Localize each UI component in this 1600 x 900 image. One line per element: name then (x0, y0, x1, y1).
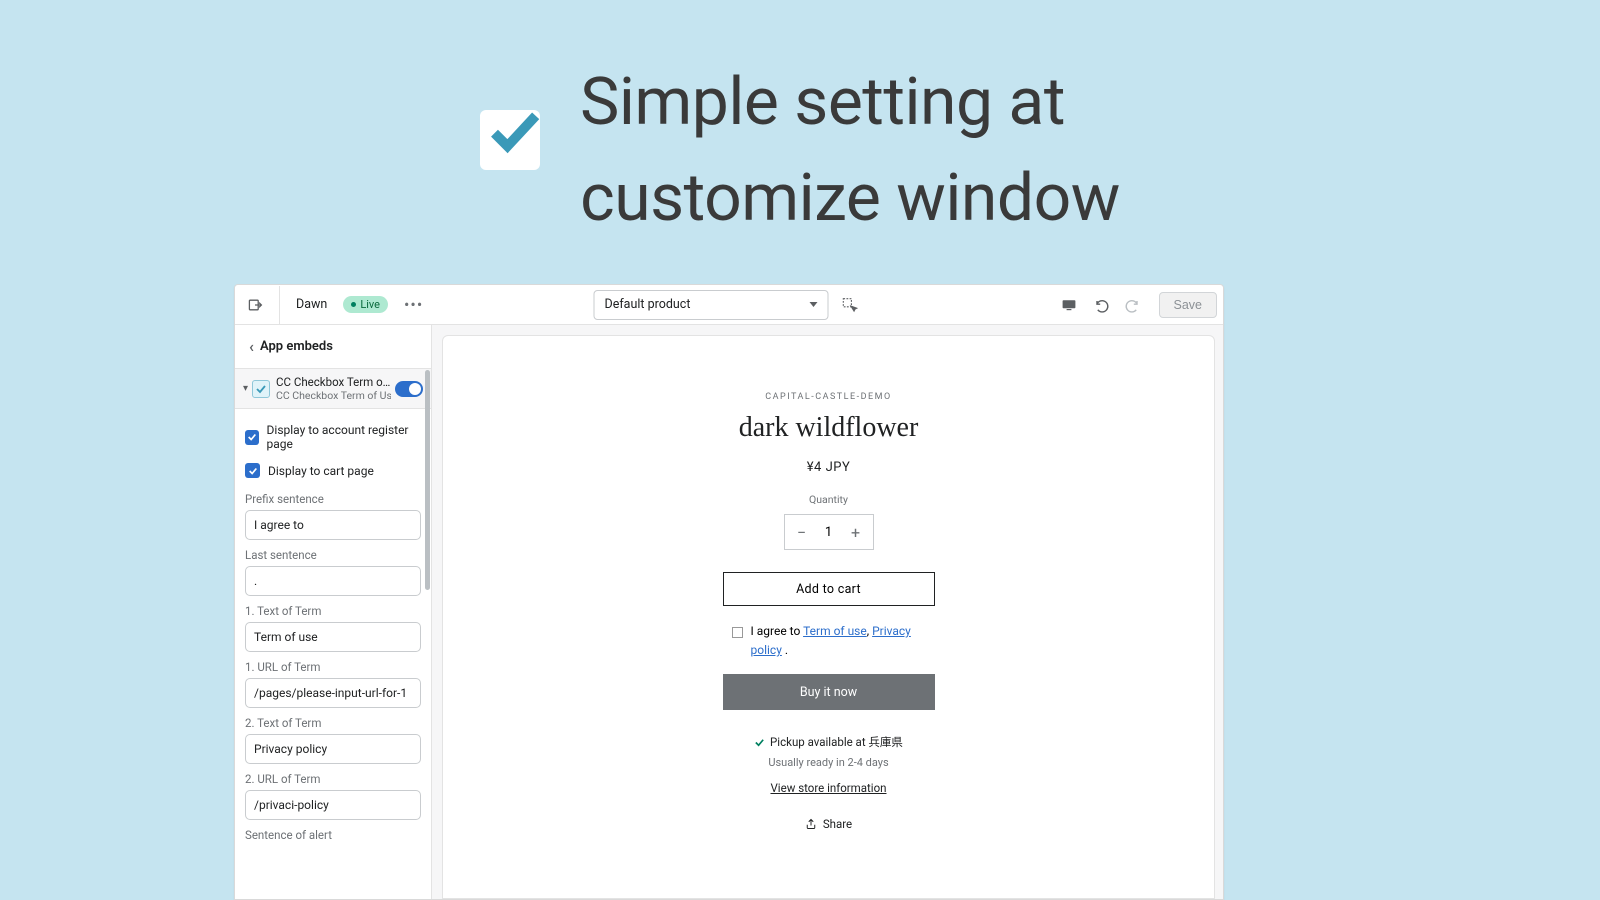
quantity-value: 1 (819, 525, 839, 540)
quantity-label: Quantity (809, 493, 848, 506)
field-label: 1. Text of Term (245, 604, 421, 618)
pickup-availability: Pickup available at 兵庫県 (754, 734, 903, 750)
term2-text-input[interactable]: Privacy policy (245, 734, 421, 764)
checkbox-label: Display to account register page (267, 423, 421, 451)
sidebar-title: App embeds (260, 339, 333, 354)
store-info-link[interactable]: View store information (770, 781, 886, 795)
sidebar: ‹ App embeds ▾ CC Checkbox Term of… CC C… (235, 325, 432, 899)
field-label: 2. Text of Term (245, 716, 421, 730)
field-label: Last sentence (245, 548, 421, 562)
sidebar-header: ‹ App embeds (235, 325, 431, 368)
last-sentence-input[interactable]: . (245, 566, 421, 596)
checkbox-cart-page[interactable]: Display to cart page (245, 457, 421, 484)
embed-item[interactable]: ▾ CC Checkbox Term of… CC Checkbox Term … (235, 368, 431, 409)
undo-icon[interactable] (1087, 291, 1115, 319)
theme-name: Dawn (296, 297, 327, 312)
hero-section: Simple setting at customize window (0, 0, 1600, 246)
more-icon[interactable]: ••• (404, 295, 423, 314)
quantity-stepper: − 1 + (784, 514, 874, 550)
app-icon (252, 380, 270, 398)
prefix-input[interactable]: I agree to (245, 510, 421, 540)
term1-url-input[interactable]: /pages/please-input-url-for-1 (245, 678, 421, 708)
hero-headline: Simple setting at customize window (580, 55, 1120, 246)
field-label: 2. URL of Term (245, 772, 421, 786)
product-price: ¥4 JPY (807, 460, 851, 475)
checkbox-label: Display to cart page (268, 464, 374, 478)
product-title: dark wildflower (739, 412, 919, 444)
quantity-minus[interactable]: − (785, 523, 819, 542)
scrollbar[interactable] (425, 370, 430, 590)
agree-row: I agree to Term of use, Privacy policy . (732, 622, 944, 660)
back-icon[interactable]: ‹ (249, 337, 254, 356)
pickup-ready: Usually ready in 2-4 days (768, 756, 888, 769)
share-button[interactable]: Share (805, 817, 852, 831)
hero-line2: customize window (580, 151, 1120, 247)
checkbox-register-page[interactable]: Display to account register page (245, 417, 421, 457)
share-label: Share (823, 817, 852, 831)
chevron-down-icon: ▾ (243, 383, 248, 394)
checkbox-icon (245, 430, 259, 445)
checkbox-icon (245, 463, 260, 478)
topbar: Dawn Live ••• Default product Save (235, 285, 1223, 325)
template-selector-label: Default product (605, 297, 691, 312)
embed-toggle[interactable] (395, 381, 423, 397)
template-selector[interactable]: Default product (594, 290, 829, 320)
field-label: Prefix sentence (245, 492, 421, 506)
term1-link[interactable]: Term of use (803, 624, 867, 638)
embed-subtitle: CC Checkbox Term of Use (276, 389, 391, 402)
live-badge: Live (343, 296, 388, 313)
checkmark-icon (480, 110, 540, 170)
hero-line1: Simple setting at (580, 55, 1120, 151)
desktop-view-icon[interactable] (1055, 291, 1083, 319)
add-to-cart-button[interactable]: Add to cart (723, 572, 935, 606)
quantity-plus[interactable]: + (839, 523, 873, 542)
inspector-icon[interactable] (837, 291, 865, 319)
field-label: 1. URL of Term (245, 660, 421, 674)
redo-icon[interactable] (1119, 291, 1147, 319)
embed-title: CC Checkbox Term of… (276, 375, 391, 389)
chevron-down-icon (810, 302, 818, 307)
term2-url-input[interactable]: /privaci-policy (245, 790, 421, 820)
save-button[interactable]: Save (1159, 292, 1218, 318)
preview-pane: CAPITAL-CASTLE-DEMO dark wildflower ¥4 J… (442, 335, 1215, 899)
exit-icon[interactable] (241, 291, 269, 319)
agree-text: I agree to Term of use, Privacy policy . (751, 622, 944, 660)
customize-window: Dawn Live ••• Default product Save (234, 284, 1224, 900)
buy-now-button[interactable]: Buy it now (723, 674, 935, 710)
term1-text-input[interactable]: Term of use (245, 622, 421, 652)
agree-checkbox[interactable] (732, 627, 743, 638)
store-brand: CAPITAL-CASTLE-DEMO (765, 392, 891, 402)
field-label: Sentence of alert (245, 828, 421, 842)
